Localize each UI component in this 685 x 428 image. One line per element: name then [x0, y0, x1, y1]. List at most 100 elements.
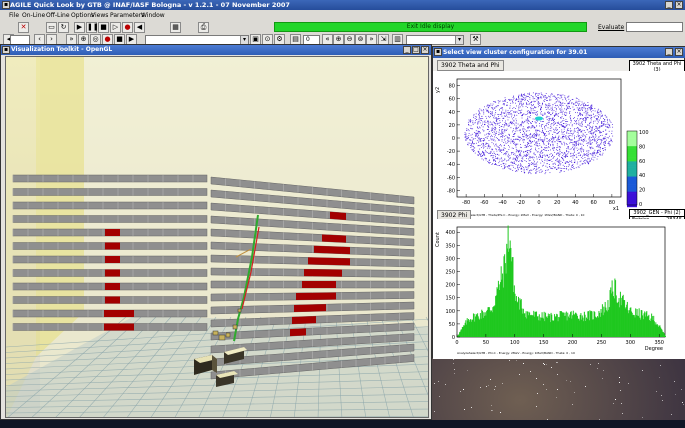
- scatter-point: [559, 153, 561, 155]
- plots-close-button[interactable]: ×: [675, 48, 683, 56]
- close-button[interactable]: ×: [675, 1, 683, 9]
- scatter-point: [496, 117, 498, 119]
- opengl-scene[interactable]: [5, 56, 429, 418]
- scatter-point: [539, 131, 541, 132]
- scatter-point: [587, 108, 589, 109]
- layout-icon[interactable]: ▦: [170, 22, 181, 33]
- rewind-icon[interactable]: ◀: [134, 22, 145, 33]
- scatter-point: [534, 160, 535, 162]
- print-icon[interactable]: ⎙: [198, 22, 209, 33]
- scatter-point: [494, 157, 496, 159]
- scatter-point: [592, 155, 594, 157]
- scatter-point: [579, 136, 581, 138]
- scatter-point: [559, 109, 561, 110]
- scatter-point: [579, 143, 581, 145]
- scatter-point: [502, 134, 504, 136]
- scatter-point: [561, 125, 563, 126]
- tab-theta-phi[interactable]: 3902 Theta and Phi: [437, 60, 504, 71]
- palette-cell: [627, 172, 637, 175]
- scatter-point: [598, 113, 600, 115]
- scatter-point: [504, 103, 505, 105]
- scatter-point: [570, 117, 572, 119]
- viz-menu-icon[interactable]: ▪: [2, 46, 10, 54]
- scatter-point: [598, 115, 599, 117]
- scatter-point: [492, 138, 494, 140]
- scatter-point: [588, 125, 590, 126]
- open-icon[interactable]: ▭: [46, 22, 57, 33]
- scatter-point: [561, 167, 563, 169]
- refresh-icon[interactable]: ↻: [58, 22, 69, 33]
- scatter-point: [503, 100, 505, 102]
- menu-offline[interactable]: Off-Line: [46, 11, 70, 21]
- scatter-point: [516, 150, 518, 152]
- scatter-point: [531, 107, 533, 109]
- record-icon[interactable]: ●: [122, 22, 133, 33]
- scatter-point: [587, 150, 589, 152]
- scatter-point: [583, 160, 585, 162]
- menu-online[interactable]: On-Line: [22, 11, 45, 21]
- scatter-point: [559, 164, 561, 166]
- plots-menu-icon[interactable]: ▪: [434, 48, 442, 56]
- scatter-point: [481, 143, 483, 145]
- scatter-point: [582, 114, 583, 116]
- scatter-point: [541, 111, 542, 112]
- scatter-point: [530, 110, 532, 112]
- scatter-point: [577, 109, 579, 110]
- star: [556, 374, 558, 376]
- pause-icon[interactable]: ❚❚: [86, 22, 99, 33]
- scatter-point: [595, 143, 597, 145]
- scatter-point: [567, 124, 569, 126]
- scatter-point: [570, 100, 571, 102]
- evaluate-input[interactable]: [626, 22, 683, 32]
- scatter-point: [564, 153, 566, 154]
- plots-minimize-button[interactable]: _: [665, 48, 673, 56]
- scatter-point: [551, 92, 553, 94]
- viz-minimize-button[interactable]: _: [403, 46, 411, 54]
- scatter-point: [501, 132, 503, 134]
- scatter-point: [527, 100, 528, 102]
- scatter-point: [520, 163, 521, 165]
- scatter-point: [496, 158, 498, 159]
- scatter-point: [550, 143, 551, 145]
- scatter-point: [520, 168, 522, 170]
- scatter-point: [515, 170, 517, 172]
- scatter-point: [569, 137, 570, 139]
- scatter-point: [547, 112, 548, 113]
- scatter-point: [596, 138, 598, 140]
- scatter-point: [574, 147, 576, 149]
- stop-icon[interactable]: ✕: [18, 22, 29, 33]
- viz-maximize-button[interactable]: □: [412, 46, 420, 54]
- scatter-point: [529, 92, 530, 94]
- window-menu-icon[interactable]: ▪: [2, 1, 10, 9]
- menu-file[interactable]: File: [9, 11, 19, 21]
- scatter-point: [530, 169, 532, 171]
- scatter-point: [603, 118, 604, 119]
- scatter-point: [509, 105, 511, 107]
- scatter-point: [533, 127, 535, 129]
- menu-parameters[interactable]: Parameters: [110, 11, 144, 21]
- viz-close-button[interactable]: ×: [421, 46, 429, 54]
- scatter-point: [529, 136, 531, 138]
- scatter-point: [481, 147, 482, 148]
- scatter-point: [560, 160, 562, 162]
- scatter-point: [600, 139, 602, 141]
- scatter-point: [561, 112, 563, 113]
- menu-window[interactable]: Window: [141, 11, 165, 21]
- scatter-point: [590, 129, 592, 131]
- stop-square-icon[interactable]: ■: [98, 22, 109, 33]
- palette-cell: [627, 142, 637, 145]
- scatter-point: [588, 104, 589, 106]
- scatter-point: [578, 135, 580, 137]
- scatter-point: [609, 126, 611, 128]
- scatter-point: [539, 154, 540, 156]
- minimize-button[interactable]: _: [665, 1, 673, 9]
- tab-theta-phi-label: 3902 Theta and Phi: [441, 62, 500, 69]
- scatter-point: [515, 108, 516, 109]
- tool-icon[interactable]: ⚒: [470, 34, 481, 45]
- play-icon[interactable]: ▶: [74, 22, 85, 33]
- y-tick-label: 250: [445, 270, 455, 276]
- star: [682, 404, 684, 406]
- menu-views[interactable]: Views: [91, 11, 108, 21]
- scatter-point: [599, 132, 600, 134]
- step-icon[interactable]: ▷: [110, 22, 121, 33]
